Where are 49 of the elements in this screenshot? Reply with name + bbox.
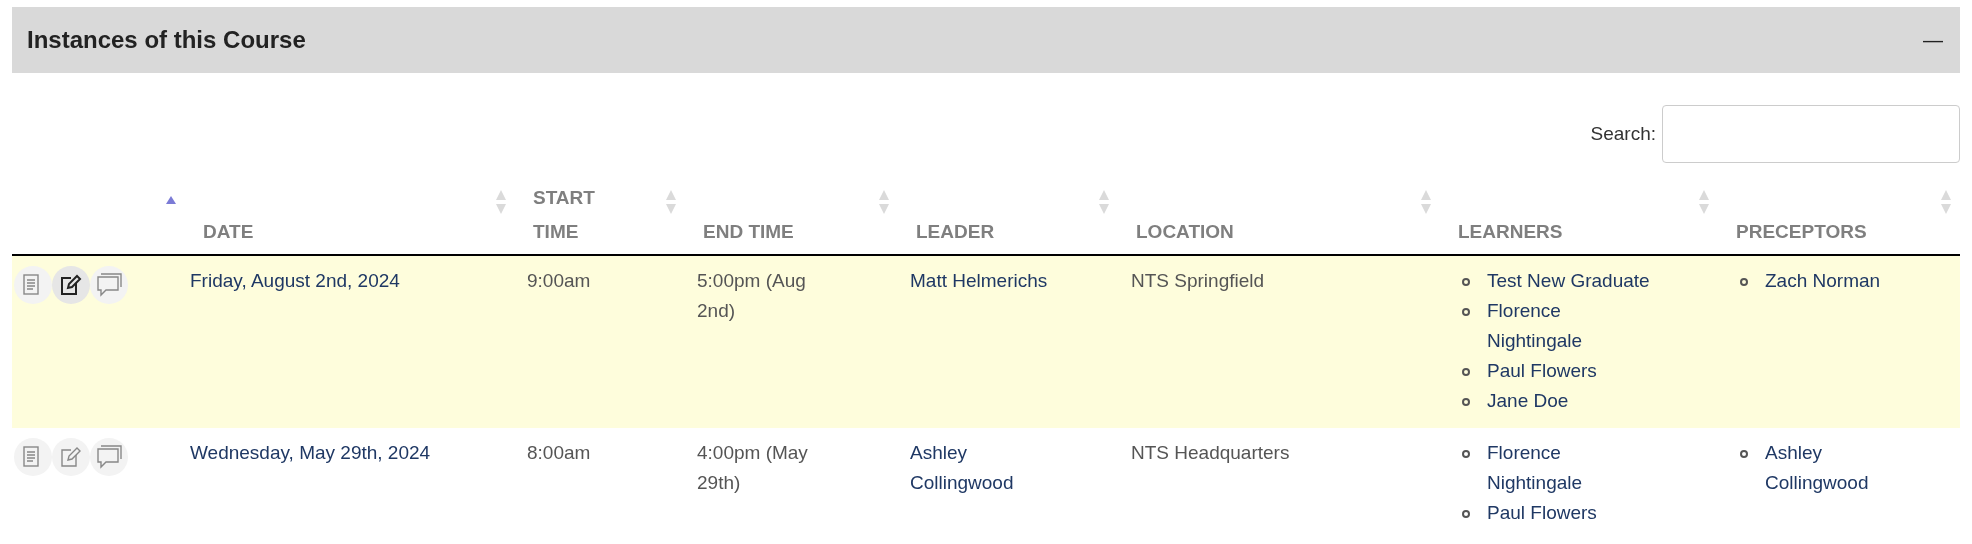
sort-icon[interactable] <box>665 189 677 215</box>
column-label[interactable]: LEADER <box>916 215 995 257</box>
details-button[interactable] <box>14 438 52 476</box>
sort-icon[interactable] <box>1940 189 1952 215</box>
bullet-icon <box>1740 450 1748 458</box>
start-time-cell-text: 9:00am <box>527 269 592 293</box>
column-label[interactable]: START TIME <box>533 181 613 257</box>
column-label[interactable]: PRECEPTORS <box>1736 215 1867 257</box>
learner-name: Jane Doe <box>1487 389 1569 413</box>
collapse-button[interactable]: — <box>1923 25 1943 55</box>
location-cell-text: NTS Springfield <box>1131 269 1266 293</box>
edit-button[interactable] <box>52 266 90 304</box>
sort-icon[interactable] <box>1098 189 1110 215</box>
end-time-cell-text: 4:00pm (May 29th) <box>697 441 809 495</box>
bullet-icon <box>1462 278 1470 286</box>
sort-ascending-icon[interactable] <box>165 195 177 205</box>
date-cell[interactable]: Friday, August 2nd, 2024 <box>190 266 510 296</box>
bullet-icon <box>1740 278 1748 286</box>
column-label[interactable]: DATE <box>203 215 254 257</box>
bullet-icon <box>1462 368 1470 376</box>
sort-icon[interactable] <box>1420 189 1432 215</box>
bullet-icon <box>1462 450 1470 458</box>
sort-icon[interactable] <box>1698 189 1710 215</box>
search-label: Search: <box>1590 121 1656 146</box>
comment-button[interactable] <box>90 438 128 476</box>
search-field[interactable] <box>1662 105 1960 163</box>
leader-cell[interactable]: Ashley Collingwood <box>910 438 1056 498</box>
preceptor-name: Zach Norman <box>1765 269 1881 293</box>
location-cell-text: NTS Headquarters <box>1131 441 1291 465</box>
end-time-cell-text: 5:00pm (Aug 2nd) <box>697 269 807 323</box>
learner-name: Florence Nightingale <box>1487 299 1584 353</box>
learner-name: Florence Nightingale <box>1487 441 1584 495</box>
learner-name: Paul Flowers <box>1487 359 1597 383</box>
column-label[interactable]: END TIME <box>703 215 794 257</box>
sort-icon[interactable] <box>878 189 890 215</box>
leader-cell[interactable]: Matt Helmerichs <box>910 266 1056 296</box>
date-cell[interactable]: Wednesday, May 29th, 2024 <box>190 438 510 468</box>
panel-title: Instances of this Course <box>27 25 306 55</box>
bullet-icon <box>1462 398 1470 406</box>
bullet-icon <box>1462 510 1470 518</box>
table-row[interactable]: Friday, August 2nd, 2024 9:00am 5:00pm (Aug 2nd) Matt Helmerichs NTS Springfield Test New Graduate Florence Nightingale Paul Flowers Jane Doe Zach Norman <box>12 256 1960 428</box>
start-time-cell-text: 8:00am <box>527 441 592 465</box>
bullet-icon <box>1462 308 1470 316</box>
column-label[interactable]: LOCATION <box>1136 215 1234 257</box>
learner-name: Paul Flowers <box>1487 501 1597 525</box>
column-label[interactable]: LEARNERS <box>1458 215 1563 257</box>
preceptor-name: Ashley Collingwood <box>1765 441 1870 495</box>
learner-name: Test New Graduate <box>1487 269 1650 293</box>
sort-icon[interactable] <box>495 189 507 215</box>
